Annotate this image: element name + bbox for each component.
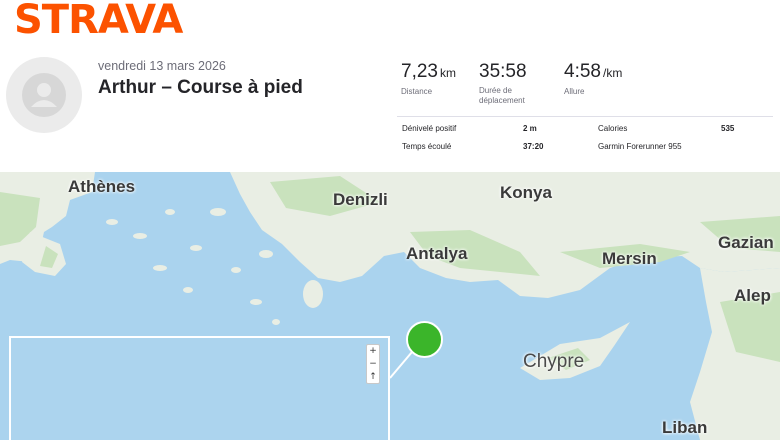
activity-map[interactable]: Athènes Denizli Konya Antalya Mersin Gaz… [0,172,780,440]
strava-logo[interactable]: STRAVA [14,0,183,40]
stat-pace: 4:58/km Allure [564,60,634,97]
user-silhouette-icon [6,57,82,133]
elevation-value: 2 m [523,124,537,133]
calories-label: Calories [598,124,628,133]
moving-time-value: 35:58 [479,61,527,82]
primary-stats: 7,23 km Distance 35:58 Durée de déplaceme… [395,60,780,170]
moving-time-label: Durée de déplacement [479,86,525,105]
calories-value: 535 [721,124,735,133]
map-zoom-controls: + − ↑ [366,344,380,384]
activity-title[interactable]: Arthur – Course à pied [98,77,303,99]
stat-distance: 7,23 km Distance [401,60,471,97]
zoom-in-button[interactable]: + [367,345,379,358]
activity-header: STRAVA vendredi 13 mars 2026 Arthur – Co… [0,0,780,172]
pace-unit: /km [602,66,623,80]
elevation-label: Dénivelé positif [402,124,457,133]
pace-label: Allure [564,87,585,96]
inset-connector-line [389,351,413,379]
stat-moving-time: 35:58 Durée de déplacement [479,60,537,106]
route-start-marker[interactable] [406,321,443,358]
distance-unit: km [439,66,456,80]
pace-value: 4:58 [564,61,601,82]
stats-divider [397,116,773,117]
distance-label: Distance [401,87,433,96]
activity-date: vendredi 13 mars 2026 [98,59,226,73]
zoom-out-button[interactable]: − [367,358,379,371]
athlete-avatar[interactable] [6,57,110,133]
device-name: Garmin Forerunner 955 [598,142,682,151]
elapsed-label: Temps écoulé [402,142,452,151]
elapsed-value: 37:20 [523,142,544,151]
distance-value: 7,23 [401,61,438,82]
reset-north-button[interactable]: ↑ [367,371,379,384]
